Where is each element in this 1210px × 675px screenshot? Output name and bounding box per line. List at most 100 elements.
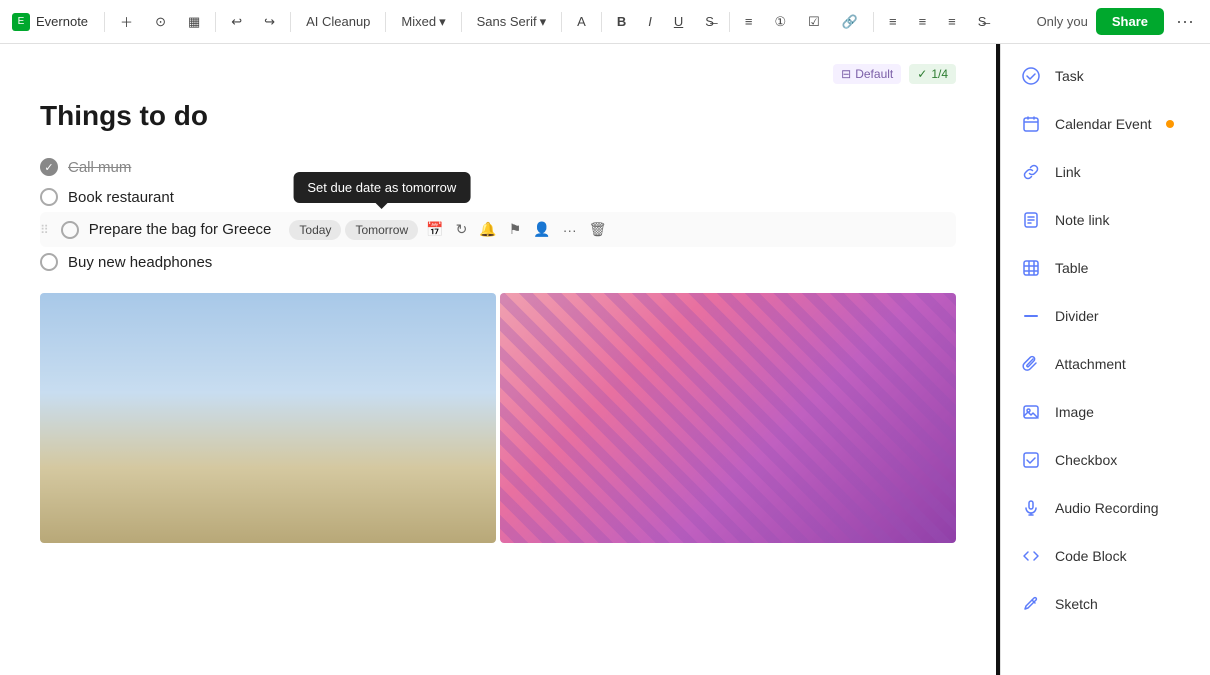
underline-button[interactable]: U	[667, 10, 690, 33]
sketch-icon	[1017, 590, 1045, 618]
panel-divider-label: Divider	[1055, 308, 1099, 324]
repeat-tool-button[interactable]: ↻	[452, 218, 472, 241]
divider-9	[873, 12, 874, 32]
panel-task-label: Task	[1055, 68, 1084, 84]
style-selector[interactable]: Mixed ▾	[394, 10, 452, 34]
panel-item-image[interactable]: Image	[1001, 388, 1210, 436]
numbered-list-button[interactable]: ①	[767, 10, 793, 34]
drag-handle[interactable]: ⠿	[40, 223, 49, 237]
panel-item-checkbox[interactable]: Checkbox	[1001, 436, 1210, 484]
divider-6	[561, 12, 562, 32]
calendar-icon	[1017, 110, 1045, 138]
editor: ⊟ Default ✓ 1/4 Things to do Call mum Bo…	[0, 44, 996, 675]
more-options-button[interactable]: ···	[1172, 7, 1198, 36]
default-label: Default	[855, 67, 893, 81]
task-text: Book restaurant	[68, 189, 174, 206]
panel-item-sketch[interactable]: Sketch	[1001, 580, 1210, 628]
editor-header: ⊟ Default ✓ 1/4	[40, 64, 956, 84]
font-label: Sans Serif	[477, 14, 537, 29]
reminder-tool-button[interactable]: 🔔	[475, 218, 500, 241]
checkbox-icon	[1017, 446, 1045, 474]
align-center-button[interactable]: ≡	[882, 10, 904, 33]
undo-button[interactable]: ↩	[224, 10, 249, 34]
count-label: 1/4	[931, 67, 948, 81]
panel-item-attachment[interactable]: Attachment	[1001, 340, 1210, 388]
align-right-button[interactable]: ≡	[941, 10, 963, 33]
panel-note-link-label: Note link	[1055, 212, 1109, 228]
default-icon: ⊟	[841, 67, 851, 81]
delete-tool-button[interactable]: 🗑	[585, 218, 611, 241]
strikethrough-button[interactable]: S̶	[698, 10, 721, 33]
divider-3	[290, 12, 291, 32]
attachment-icon	[1017, 350, 1045, 378]
divider-1	[104, 12, 105, 32]
style-label: Mixed	[401, 14, 436, 29]
task-item: Call mum	[40, 152, 956, 182]
task-item-active: ⠿ Prepare the bag for Greece Today Set d…	[40, 212, 956, 247]
panel-code-label: Code Block	[1055, 548, 1127, 564]
task-icon	[1017, 62, 1045, 90]
tomorrow-container: Set due date as tomorrow Tomorrow	[345, 220, 418, 240]
bullet-list-button[interactable]: ≡	[738, 10, 760, 33]
share-button[interactable]: Share	[1096, 8, 1164, 35]
task-checkbox[interactable]	[40, 158, 58, 176]
table-icon	[1017, 254, 1045, 282]
color-button[interactable]: A	[570, 10, 593, 33]
panel-item-link[interactable]: Link	[1001, 148, 1210, 196]
assign-tool-button[interactable]: 👤	[529, 218, 554, 241]
italic-button[interactable]: I	[641, 10, 659, 33]
divider-5	[461, 12, 462, 32]
panel-item-divider[interactable]: Divider	[1001, 292, 1210, 340]
task-text: Buy new headphones	[68, 254, 212, 271]
app-logo: E Evernote	[12, 13, 88, 31]
more-tool-button[interactable]: ···	[559, 219, 581, 241]
today-button[interactable]: Today	[289, 220, 341, 240]
tomorrow-button[interactable]: Tomorrow	[345, 220, 418, 240]
building-image	[40, 293, 496, 543]
count-badge: ✓ 1/4	[909, 64, 956, 84]
align-left-button[interactable]: ≡	[912, 10, 934, 33]
divider-2	[215, 12, 216, 32]
panel-calendar-label: Calendar Event	[1055, 116, 1152, 132]
task-text: Prepare the bag for Greece	[89, 221, 272, 238]
note-link-icon	[1017, 206, 1045, 234]
panel-item-code-block[interactable]: Code Block	[1001, 532, 1210, 580]
task-checkbox[interactable]	[40, 253, 58, 271]
task-button[interactable]: ⊙	[148, 10, 173, 34]
panel-item-task[interactable]: Task	[1001, 52, 1210, 100]
bold-button[interactable]: B	[610, 10, 633, 33]
visibility-label: Only you	[1037, 14, 1088, 29]
task-item: Buy new headphones	[40, 247, 956, 277]
panel-item-audio[interactable]: Audio Recording	[1001, 484, 1210, 532]
app-icon: E	[12, 13, 30, 31]
task-item: Book restaurant	[40, 182, 956, 212]
panel-item-calendar[interactable]: Calendar Event	[1001, 100, 1210, 148]
ai-cleanup-button[interactable]: AI Cleanup	[299, 10, 377, 33]
calendar-button[interactable]: ▦	[181, 10, 207, 34]
flag-tool-button[interactable]: ⚑	[505, 218, 526, 241]
panel-sketch-label: Sketch	[1055, 596, 1098, 612]
panel-image-label: Image	[1055, 404, 1094, 420]
task-checkbox[interactable]	[61, 221, 79, 239]
topbar-right: Only you Share ···	[1037, 7, 1198, 36]
panel-item-table[interactable]: Table	[1001, 244, 1210, 292]
link-button[interactable]: 🔗	[835, 10, 865, 34]
redo-button[interactable]: ↪	[257, 10, 282, 34]
link-panel-icon	[1017, 158, 1045, 186]
image-icon	[1017, 398, 1045, 426]
font-selector[interactable]: Sans Serif ▾	[470, 10, 554, 34]
page-title: Things to do	[40, 100, 956, 132]
divider-8	[729, 12, 730, 32]
task-tools: Today Set due date as tomorrow Tomorrow …	[289, 218, 610, 241]
calendar-tool-button[interactable]: 📅	[422, 218, 447, 241]
new-button[interactable]: ＋	[113, 8, 140, 35]
panel-checkbox-label: Checkbox	[1055, 452, 1117, 468]
check-icon: ✓	[917, 67, 927, 81]
panel-item-note-link[interactable]: Note link	[1001, 196, 1210, 244]
panel-link-label: Link	[1055, 164, 1081, 180]
right-panel: Task Calendar Event Link	[1000, 44, 1210, 675]
strikethrough2-button[interactable]: S̶	[971, 10, 994, 33]
checklist-button[interactable]: ☑	[801, 10, 827, 34]
task-checkbox[interactable]	[40, 188, 58, 206]
panel-table-label: Table	[1055, 260, 1088, 276]
